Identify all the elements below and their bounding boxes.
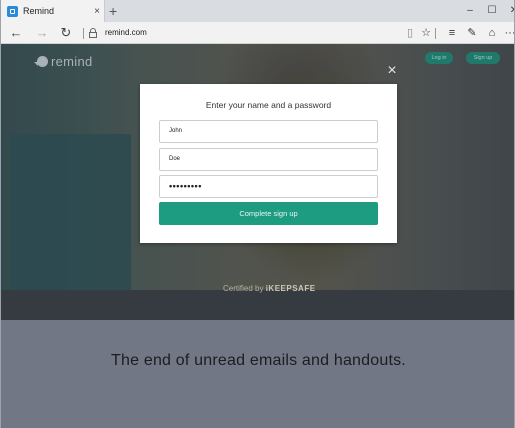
modal-title: Enter your name and a password — [205, 100, 332, 110]
address-bar: ← → ↻ remind.com ▯ ☆ ≡ ✎ ⌂ ··· — [1, 22, 515, 44]
password-field[interactable]: ••••••••• — [159, 175, 378, 198]
hub-icon[interactable]: ≡ — [443, 22, 461, 44]
url-field[interactable]: remind.com — [105, 22, 147, 44]
last-name-field[interactable]: Doe — [159, 148, 378, 171]
tab-bar: Remind × + – ☐ ✕ — [1, 0, 514, 22]
hero-image: remind Log in Sign up Certified by iKEEP… — [1, 44, 514, 320]
remind-logo[interactable]: remind — [34, 54, 93, 69]
remind-logo-icon — [34, 56, 48, 67]
favorite-star-icon[interactable]: ☆ — [417, 22, 435, 44]
page: remind Log in Sign up Certified by iKEEP… — [1, 44, 514, 428]
more-icon[interactable]: ··· — [501, 22, 515, 44]
tab-close-icon[interactable]: × — [90, 6, 104, 17]
certified-badge: Certified by iKEEPSAFE — [223, 284, 316, 293]
forward-button[interactable]: → — [33, 22, 51, 44]
login-button[interactable]: Log in — [425, 52, 453, 64]
certified-brand: iKEEPSAFE — [265, 284, 316, 293]
tab-remind[interactable]: Remind × — [1, 0, 105, 22]
close-window-button[interactable]: ✕ — [503, 0, 514, 22]
signup-button[interactable]: Sign up — [466, 52, 500, 64]
first-name-field[interactable]: John — [159, 120, 378, 143]
complete-signup-button[interactable]: Complete sign up — [159, 202, 378, 225]
remind-favicon-icon — [7, 5, 18, 17]
tab-title: Remind — [23, 6, 55, 16]
maximize-button[interactable]: ☐ — [481, 0, 503, 22]
minimize-button[interactable]: – — [459, 0, 481, 22]
share-icon[interactable]: ⌂ — [483, 22, 501, 44]
modal-close-icon[interactable]: × — [385, 63, 399, 79]
certified-prefix: Certified by — [223, 284, 264, 293]
new-tab-button[interactable]: + — [109, 2, 117, 20]
lock-icon — [89, 28, 97, 38]
address-separator — [83, 28, 84, 39]
toolbar-separator — [435, 28, 436, 39]
back-button[interactable]: ← — [7, 22, 25, 44]
browser-window: Remind × + – ☐ ✕ ← → ↻ remind.com ▯ ☆ ≡ … — [0, 0, 515, 428]
logo-text: remind — [51, 54, 93, 69]
tagline: The end of unread emails and handouts. — [111, 352, 406, 369]
signup-modal: Enter your name and a password John Doe … — [140, 84, 397, 243]
refresh-button[interactable]: ↻ — [57, 22, 75, 44]
web-note-icon[interactable]: ✎ — [463, 22, 481, 44]
lower-section: The end of unread emails and handouts. — [1, 320, 514, 428]
